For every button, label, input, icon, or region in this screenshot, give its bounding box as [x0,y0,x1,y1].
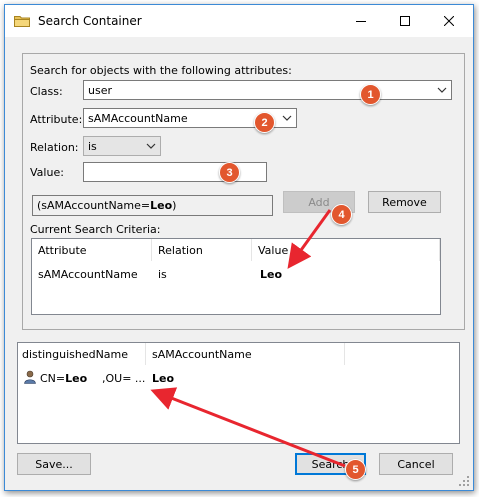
save-button[interactable]: Save... [17,453,91,475]
criteria-row-attribute: sAMAccountName [38,268,138,281]
ldap-filter-prefix: (sAMAccountName= [37,199,151,212]
chevron-down-icon [282,115,292,121]
result-dn-name: Leo [65,372,88,385]
close-button[interactable] [427,5,471,37]
result-dn-prefix: CN= [40,372,66,385]
class-label: Class: [30,85,63,98]
results-column-dn[interactable]: distinguishedName [18,343,146,365]
remove-button[interactable]: Remove [368,191,441,213]
current-criteria-label: Current Search Criteria: [30,223,161,236]
relation-value: is [88,140,97,153]
class-value: user [88,84,112,97]
attribute-label: Attribute: [30,113,83,126]
class-combobox[interactable]: user [83,80,452,100]
results-column-sam[interactable]: sAMAccountName [146,343,345,365]
minimize-icon [356,21,366,22]
title-bar[interactable]: Search Container [5,5,473,37]
annotation-badge-4: 4 [331,204,352,225]
ldap-filter-value: Leo [150,199,173,212]
criteria-column-relation[interactable]: Relation [152,239,252,261]
user-icon [24,370,36,384]
criteria-heading: Search for objects with the following at… [30,64,292,77]
window-title: Search Container [38,14,142,28]
attribute-value: sAMAccountName [88,112,188,125]
result-row-dn: CN=Leo [40,372,87,385]
minimize-button[interactable] [339,5,383,37]
relation-label: Relation: [30,141,79,154]
resize-grip-icon[interactable] [458,475,470,487]
annotation-badge-3: 3 [219,162,240,183]
ldap-filter-suffix: ) [172,199,177,212]
close-icon [444,16,454,26]
ldap-filter-display: (sAMAccountName=Leo) [32,195,273,216]
chevron-down-icon [146,143,156,149]
maximize-button[interactable] [383,5,427,37]
criteria-column-attribute[interactable]: Attribute [32,239,152,261]
result-row-dn-rest: ,OU= ... [102,372,146,385]
relation-combobox[interactable]: is [83,136,161,156]
search-container-dialog: Search Container Search for objects with… [4,4,474,491]
results-listview[interactable]: distinguishedName sAMAccountName CN=Leo … [17,342,460,444]
criteria-row-value: Leo [260,268,283,281]
annotation-badge-2: 2 [254,112,275,133]
criteria-row-relation: is [158,268,167,281]
criteria-column-value[interactable]: Value [252,239,440,261]
value-label: Value: [30,166,64,179]
chevron-down-icon [437,87,447,93]
cancel-button[interactable]: Cancel [379,453,453,475]
folder-icon [14,16,30,27]
annotation-badge-5: 5 [345,459,366,480]
criteria-listview[interactable]: Attribute Relation Value sAMAccountName … [31,238,441,315]
result-row-sam: Leo [152,372,175,385]
annotation-badge-1: 1 [360,84,381,105]
maximize-icon [400,16,410,26]
